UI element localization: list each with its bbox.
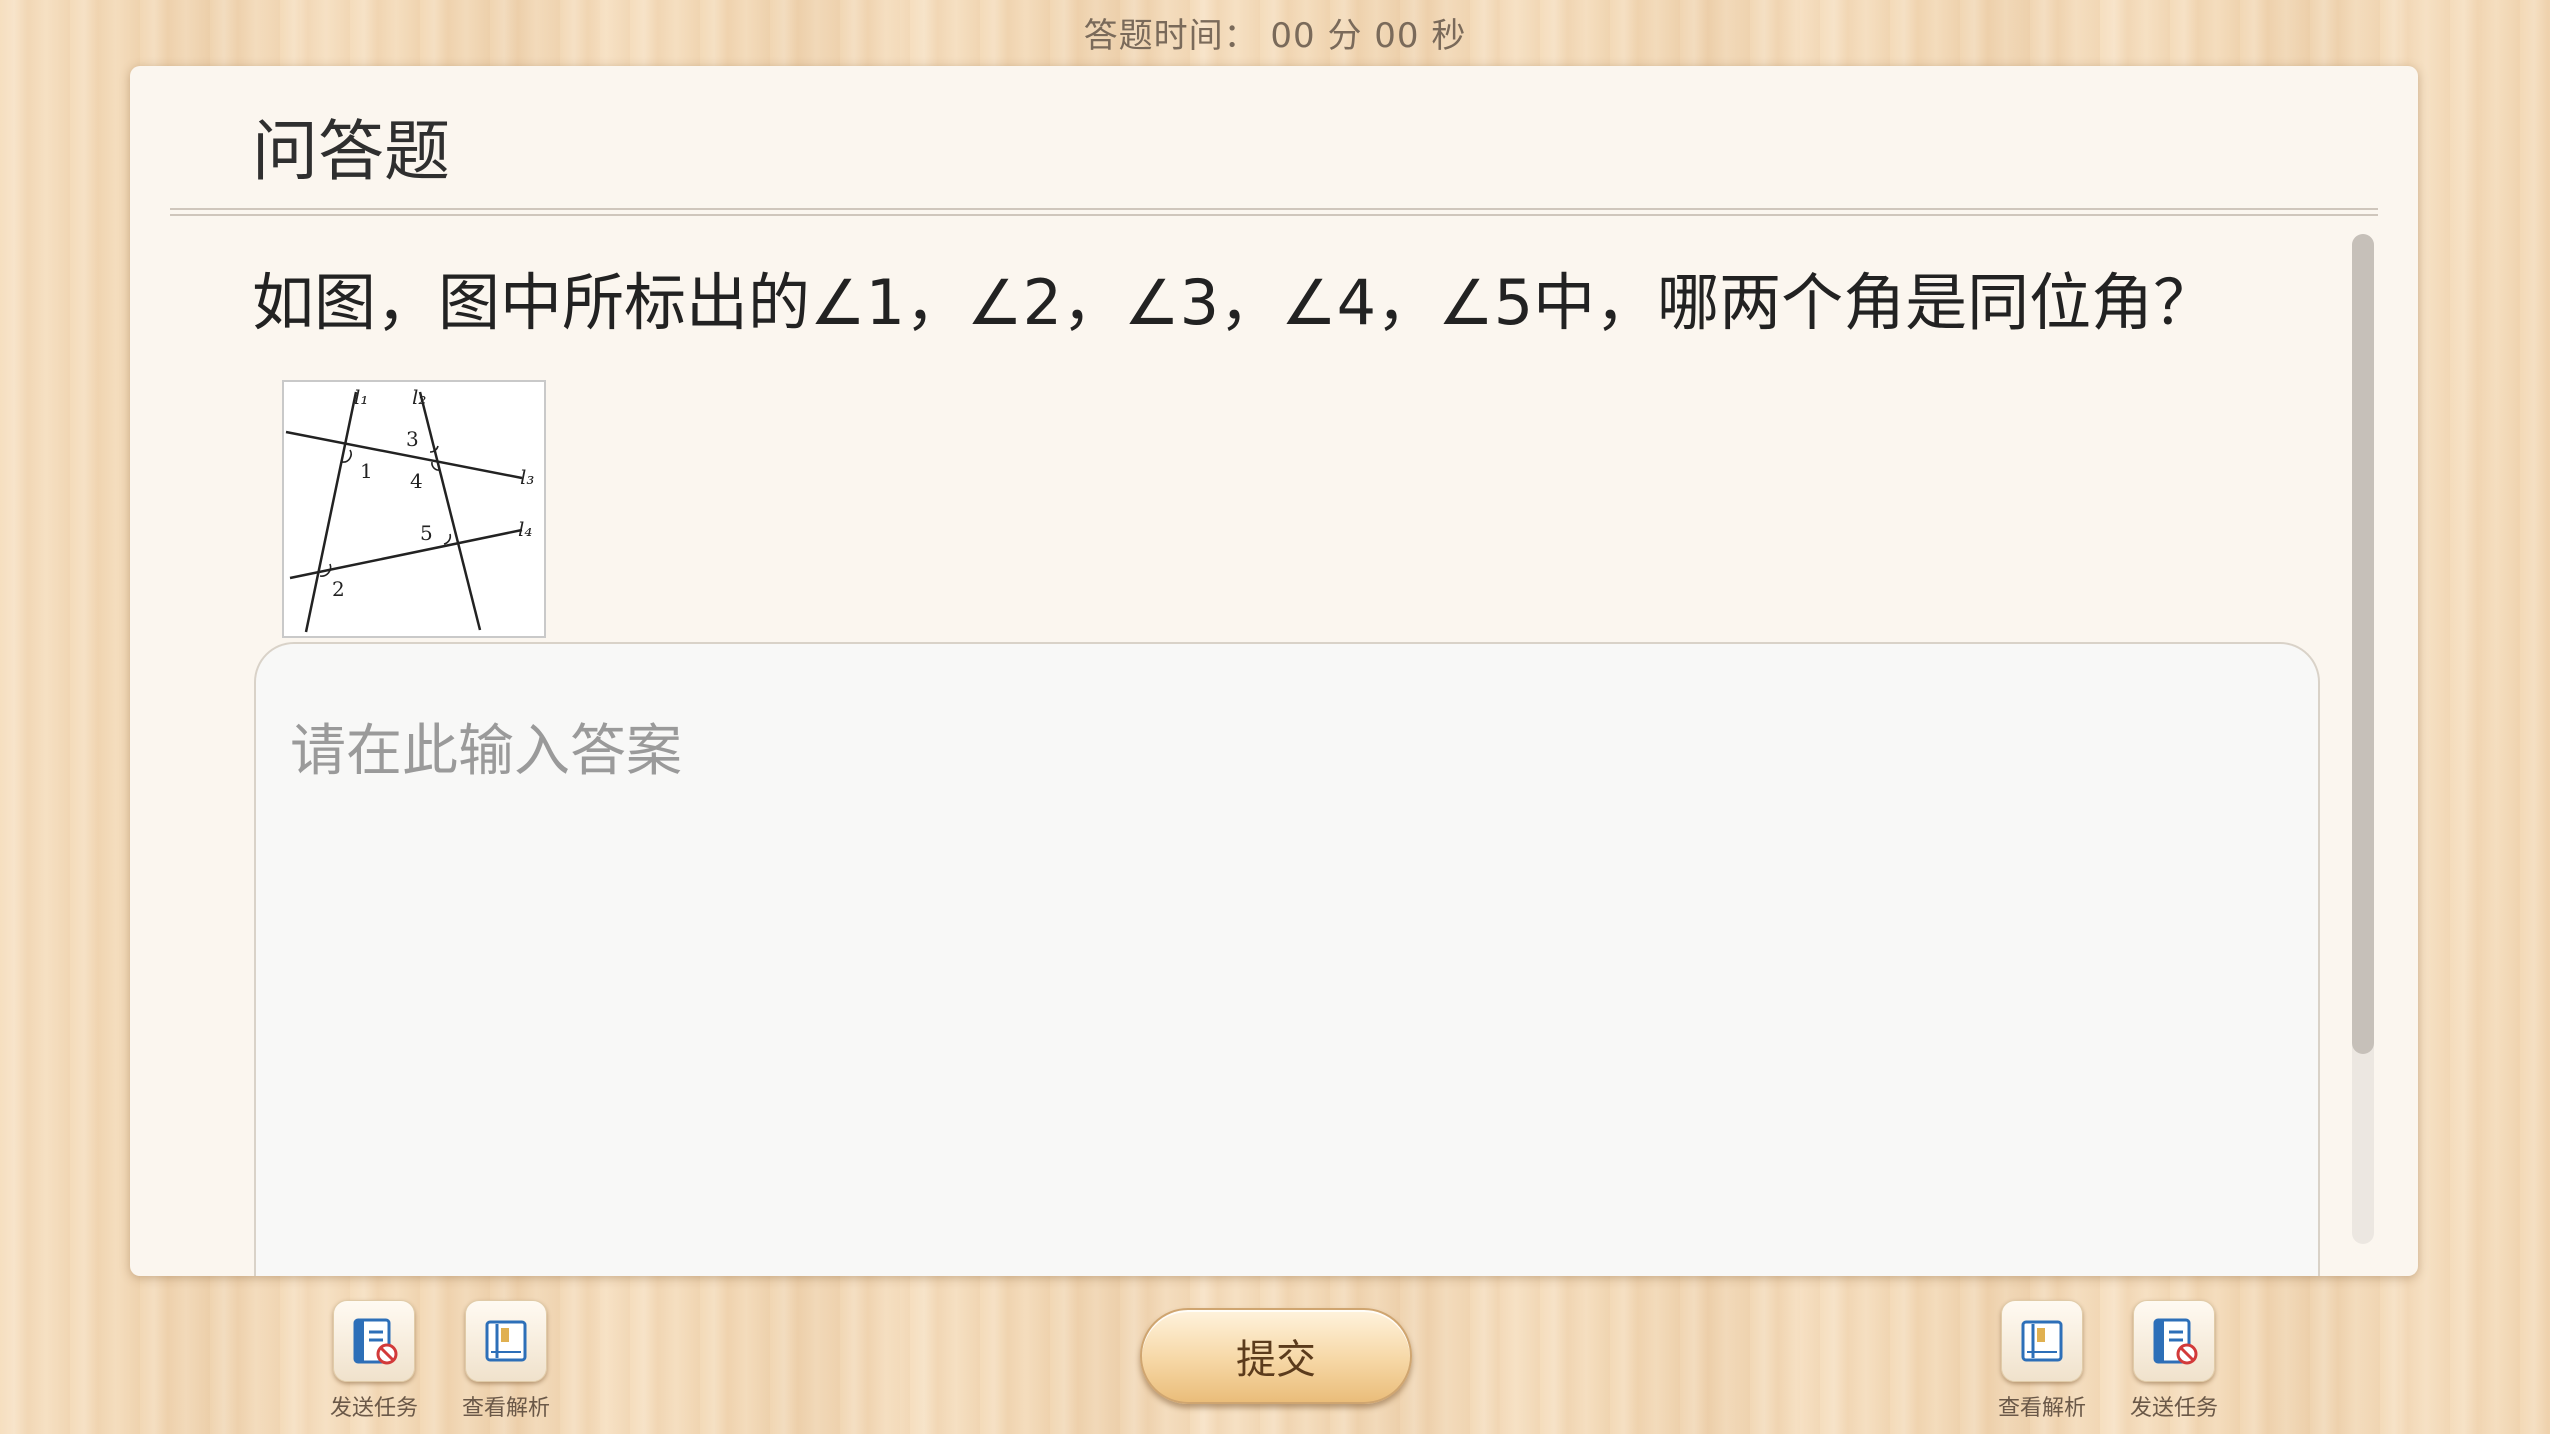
view-analysis-button-left[interactable]: 查看解析 (456, 1300, 556, 1422)
label-l1: l₁ (354, 385, 368, 409)
intersecting-lines-diagram: l₁ l₂ l₃ l₄ 1 2 3 4 5 (285, 385, 534, 633)
send-task-button-left[interactable]: 发送任务 (324, 1300, 424, 1422)
send-task-icon[interactable] (333, 1300, 415, 1382)
submit-button[interactable]: 提交 (1140, 1308, 1412, 1404)
send-task-label: 发送任务 (2129, 1396, 2218, 1421)
view-analysis-label: 查看解析 (1997, 1396, 2086, 1421)
view-analysis-label: 查看解析 (461, 1396, 550, 1421)
line-l1 (304, 391, 358, 633)
answer-timer: 答题时间： 00 分 00 秒 (1083, 16, 1467, 56)
card-scrollbar[interactable] (2352, 234, 2374, 1244)
title-divider (170, 208, 2378, 216)
label-angle-2: 2 (332, 577, 345, 601)
label-angle-4: 4 (410, 469, 423, 493)
send-task-icon[interactable] (2133, 1300, 2215, 1382)
question-figure: l₁ l₂ l₃ l₄ 1 2 3 4 5 (282, 380, 546, 638)
send-task-button-right[interactable]: 发送任务 (2124, 1300, 2224, 1422)
view-analysis-button-right[interactable]: 查看解析 (1992, 1300, 2092, 1422)
label-angle-1: 1 (360, 459, 373, 483)
question-card: 问答题 如图，图中所标出的∠1，∠2，∠3，∠4，∠5中，哪两个角是同位角？ l… (130, 66, 2418, 1276)
angle-arc-5 (443, 533, 452, 545)
label-l3: l₃ (520, 465, 534, 489)
send-task-label: 发送任务 (329, 1396, 418, 1421)
label-l4: l₄ (518, 517, 532, 541)
label-angle-3: 3 (406, 427, 419, 451)
view-analysis-icon[interactable] (2001, 1300, 2083, 1382)
line-l3 (285, 430, 523, 480)
label-angle-5: 5 (420, 521, 433, 545)
question-text: 如图，图中所标出的∠1，∠2，∠3，∠4，∠5中，哪两个角是同位角？ (252, 266, 2216, 339)
line-l2 (418, 391, 482, 631)
label-l2: l₂ (412, 385, 426, 409)
view-analysis-icon[interactable] (465, 1300, 547, 1382)
question-type-title: 问答题 (252, 113, 450, 190)
card-scrollbar-thumb[interactable] (2352, 234, 2374, 1054)
answer-input[interactable] (254, 642, 2320, 1276)
